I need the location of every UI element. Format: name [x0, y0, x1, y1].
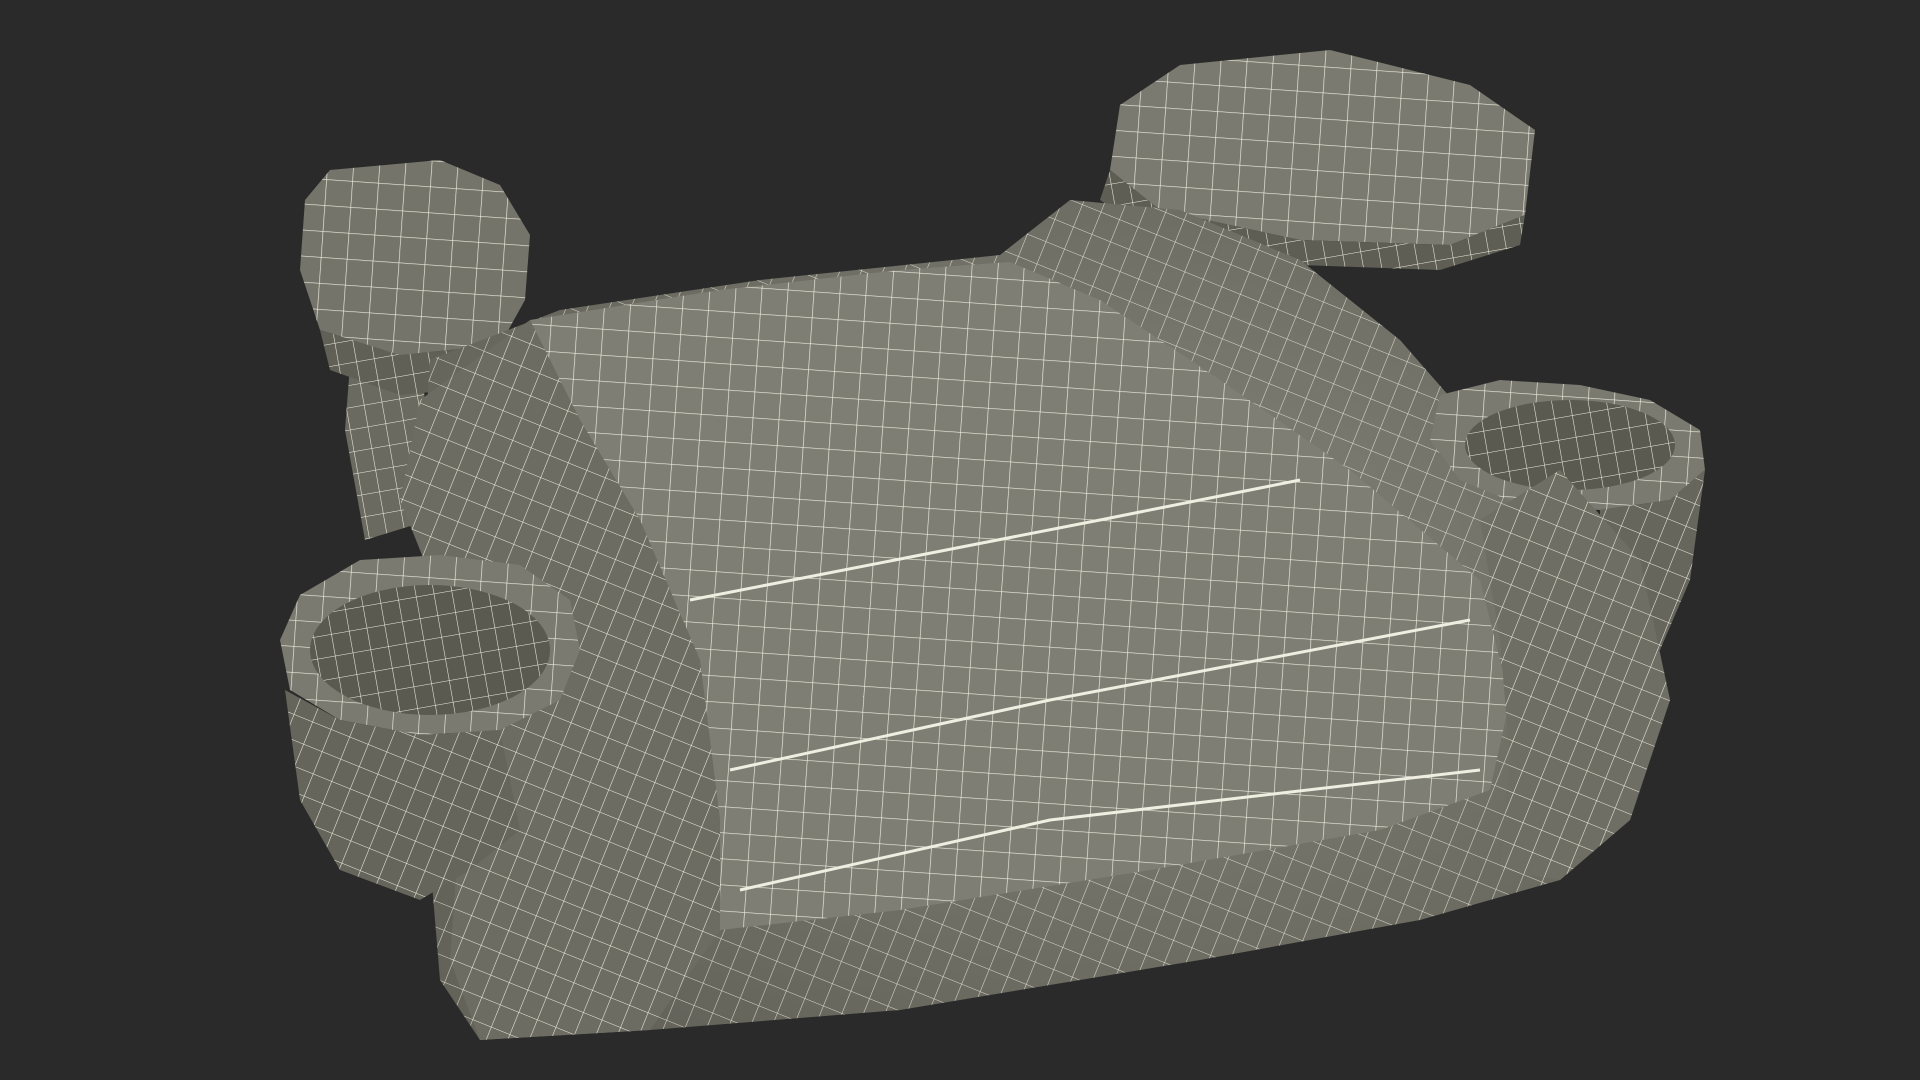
booster-seat-wireframe-model [280, 50, 1705, 1040]
render-viewport[interactable] [0, 0, 1920, 1080]
